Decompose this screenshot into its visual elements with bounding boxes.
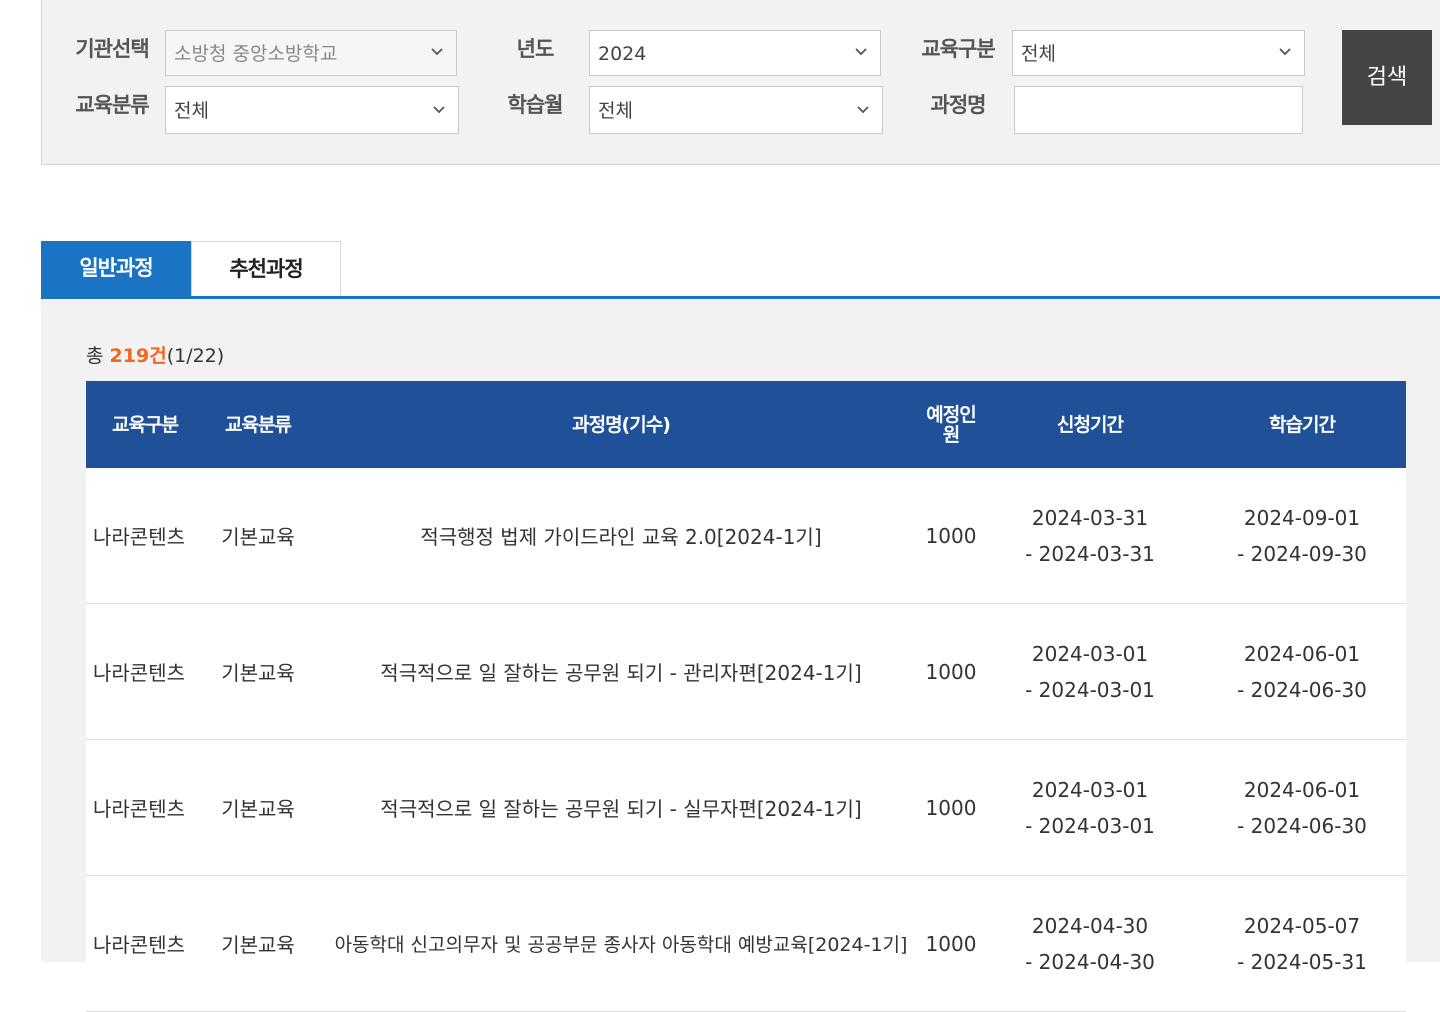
cell-capacity: 1000 [925, 795, 977, 820]
month-label: 학습월 [507, 93, 564, 117]
study-end: - 2024-06-30 [1237, 677, 1367, 702]
agency-select-value: 소방청 중앙소방학교 [174, 43, 338, 65]
edu-category-label: 교육분류 [75, 93, 149, 117]
header-apply-period: 신청기간 [1057, 413, 1124, 436]
study-end: - 2024-06-30 [1237, 813, 1367, 838]
cell-edu-type: 나라콘텐츠 [93, 525, 185, 549]
result-page-info: (1/22) [166, 345, 225, 367]
study-start: 2024-06-01 [1243, 641, 1361, 666]
header-study-period: 학습기간 [1269, 413, 1336, 436]
table-row[interactable]: 나라콘텐츠 기본교육 적극적으로 일 잘하는 공무원 되기 - 실무자편[202… [86, 740, 1406, 876]
edu-category-select[interactable]: 전체 [165, 86, 459, 134]
study-start: 2024-06-01 [1243, 777, 1361, 802]
edu-type-select[interactable]: 전체 [1012, 30, 1305, 76]
search-button[interactable]: 검색 [1342, 30, 1432, 125]
cell-course-name[interactable]: 적극적으로 일 잘하는 공무원 되기 - 실무자편[2024-1기] [312, 740, 930, 875]
edu-category-select-value: 전체 [174, 100, 209, 122]
chevron-down-icon [855, 48, 867, 56]
cell-study-period: 2024-09-01 - 2024-09-30 [1198, 468, 1406, 603]
cell-capacity: 1000 [925, 523, 977, 548]
cell-course-name[interactable]: 적극적으로 일 잘하는 공무원 되기 - 관리자편[2024-1기] [312, 604, 930, 739]
result-count-prefix: 총 [86, 345, 104, 367]
header-edu-category: 교육분류 [225, 413, 292, 436]
year-label: 년도 [516, 37, 555, 61]
apply-start: 2024-03-01 [1031, 641, 1149, 666]
table-row[interactable]: 나라콘텐츠 기본교육 적극행정 법제 가이드라인 교육 2.0[2024-1기]… [86, 468, 1406, 604]
year-select[interactable]: 2024 [589, 30, 881, 76]
edu-type-label: 교육구분 [921, 37, 995, 61]
header-capacity: 예정인원 [926, 403, 976, 446]
agency-select[interactable]: 소방청 중앙소방학교 [165, 30, 457, 76]
course-list-area: 총 219건(1/22) 교육구분 교육분류 과정명(기수) 예정인원 신청기간… [41, 299, 1440, 1012]
agency-label: 기관선택 [75, 37, 149, 61]
cell-course-name[interactable]: 아동학대 신고의무자 및 공공부문 종사자 아동학대 예방교육[2024-1기] [312, 876, 930, 1011]
apply-end: - 2024-03-01 [1025, 677, 1155, 702]
apply-start: 2024-03-31 [1031, 505, 1149, 530]
header-edu-type: 교육구분 [112, 413, 179, 436]
course-tabs: 일반과정 추천과정 [41, 241, 1440, 299]
cell-study-period: 2024-06-01 - 2024-06-30 [1198, 604, 1406, 739]
result-count: 총 219건(1/22) [86, 341, 224, 368]
cell-capacity: 1000 [925, 931, 977, 956]
result-count-value: 219건 [109, 345, 167, 367]
cell-edu-type: 나라콘텐츠 [93, 797, 185, 821]
cell-edu-category: 기본교육 [221, 797, 295, 821]
apply-end: - 2024-03-01 [1025, 813, 1155, 838]
search-panel: 기관선택 소방청 중앙소방학교 년도 2024 교육구분 전체 교육분류 전체 … [41, 0, 1440, 165]
study-start: 2024-09-01 [1243, 505, 1361, 530]
table-header: 교육구분 교육분류 과정명(기수) 예정인원 신청기간 학습기간 [86, 381, 1406, 468]
table-row[interactable]: 나라콘텐츠 기본교육 적극적으로 일 잘하는 공무원 되기 - 관리자편[202… [86, 604, 1406, 740]
chevron-down-icon [433, 106, 445, 114]
cell-course-name[interactable]: 적극행정 법제 가이드라인 교육 2.0[2024-1기] [312, 468, 930, 603]
cell-study-period: 2024-06-01 - 2024-06-30 [1198, 740, 1406, 875]
cell-apply-period: 2024-03-01 - 2024-03-01 [982, 740, 1198, 875]
header-course-name: 과정명(기수) [572, 413, 671, 436]
cell-edu-category: 기본교육 [221, 933, 295, 957]
year-select-value: 2024 [598, 43, 647, 65]
apply-start: 2024-03-01 [1031, 777, 1149, 802]
chevron-down-icon [1279, 48, 1291, 56]
cell-apply-period: 2024-03-31 - 2024-03-31 [982, 468, 1198, 603]
month-select-value: 전체 [598, 100, 633, 122]
cell-apply-period: 2024-04-30- 2024-04-30 [982, 876, 1198, 1011]
tab-recommended-course[interactable]: 추천과정 [191, 241, 341, 296]
cell-edu-type: 나라콘텐츠 [93, 661, 185, 685]
course-name-label: 과정명 [930, 93, 987, 117]
cell-edu-type: 나라콘텐츠 [93, 933, 185, 957]
edu-type-select-value: 전체 [1021, 43, 1056, 65]
study-end: - 2024-09-30 [1237, 541, 1367, 566]
cell-study-period: 2024-05-07- 2024-05-31 [1198, 876, 1406, 1011]
study-start: 2024-05-07 [1243, 913, 1361, 938]
cell-capacity: 1000 [925, 659, 977, 684]
table-row[interactable]: 나라콘텐츠 기본교육 아동학대 신고의무자 및 공공부문 종사자 아동학대 예방… [86, 876, 1406, 1012]
cell-edu-category: 기본교육 [221, 525, 295, 549]
cell-apply-period: 2024-03-01 - 2024-03-01 [982, 604, 1198, 739]
cell-edu-category: 기본교육 [221, 661, 295, 685]
apply-start: 2024-04-30 [1031, 913, 1149, 938]
month-select[interactable]: 전체 [589, 86, 883, 134]
chevron-down-icon [431, 48, 443, 56]
chevron-down-icon [857, 106, 869, 114]
tab-general-course[interactable]: 일반과정 [41, 241, 191, 296]
course-name-input[interactable] [1014, 86, 1303, 134]
apply-end: - 2024-03-31 [1025, 541, 1155, 566]
course-table: 교육구분 교육분류 과정명(기수) 예정인원 신청기간 학습기간 나라콘텐츠 기… [86, 381, 1406, 1012]
